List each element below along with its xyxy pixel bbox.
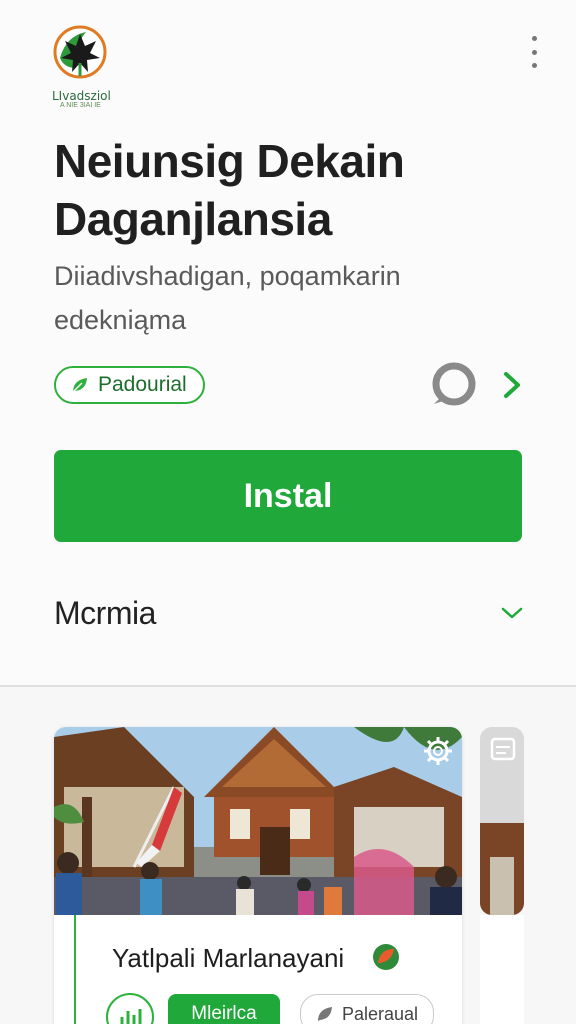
card-title: Yatlpali Marlanayani: [112, 943, 345, 973]
app-subtitle-line-1: Diiadivshadigan, poqamkarin: [54, 261, 401, 291]
chat-bubble-icon[interactable]: [428, 360, 480, 410]
content-card-partial-body: [480, 915, 524, 1024]
logo-text: LIvadsziol: [52, 89, 111, 103]
app-title: Neiunsig Dekain Daganjlansia: [54, 132, 534, 248]
app-subtitle-line-2: edekniąma: [54, 305, 187, 335]
app-title-line-2: Daganjlansia: [54, 193, 332, 245]
tag-primary[interactable]: Mleirlca: [168, 994, 280, 1024]
section-header[interactable]: Mcrmia: [54, 588, 524, 638]
chart-icon[interactable]: [106, 993, 154, 1024]
card-image-partial: [480, 727, 524, 915]
install-button[interactable]: Instal: [54, 450, 522, 542]
leaf-logo-icon: [53, 25, 107, 79]
chip-label: Padourial: [98, 373, 187, 396]
logo-subtext: A NIE 3IAI IE: [60, 102, 101, 109]
leaf-icon: [72, 378, 87, 393]
content-card-partial[interactable]: [480, 727, 524, 915]
leaf-icon: [317, 1007, 332, 1021]
app-subtitle: Diiadivshadigan, poqamkarin edekniąma: [54, 254, 514, 342]
leaf-badge-icon: [373, 944, 399, 970]
category-chip[interactable]: Padourial: [54, 366, 205, 404]
section-title: Mcrmia: [54, 594, 156, 631]
card-image: [54, 727, 462, 915]
chevron-right-icon[interactable]: [498, 368, 526, 402]
chevron-down-icon[interactable]: [500, 604, 524, 622]
app-title-line-1: Neiunsig Dekain: [54, 135, 405, 187]
tag-secondary[interactable]: Paleraual: [300, 994, 434, 1024]
tag-secondary-label: Paleraual: [341, 1003, 419, 1024]
content-card[interactable]: Yatlpali Marlanayani Mleirlca Paleraual: [54, 727, 462, 1024]
gear-icon[interactable]: [422, 735, 454, 767]
divider: [0, 685, 576, 687]
more-vertical-icon[interactable]: [528, 36, 540, 68]
card-divider: [74, 915, 76, 1024]
